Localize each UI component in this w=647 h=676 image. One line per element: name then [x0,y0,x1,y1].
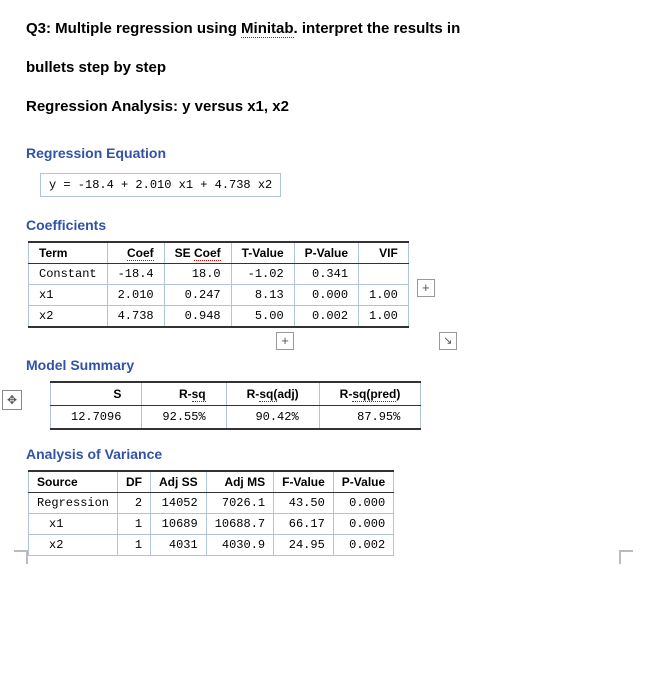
title-part1: Q3: Multiple regression using [26,20,241,37]
cell: 2 [118,493,151,514]
cell: 1 [118,514,151,535]
add-row-handle[interactable]: + [276,332,294,350]
table-row: 12.7096 92.55% 90.42% 87.95% [51,406,421,430]
cell: 0.000 [294,285,358,306]
col-rsqadj: R-sq(adj) [226,382,319,406]
model-summary-table: S R-sq R-sq(adj) R-sq(pred) 12.7096 92.5… [50,381,421,430]
table-header-row: Term Coef SE Coef T-Value P-Value VIF [29,242,409,264]
col-term: Term [29,242,108,264]
cell: 0.948 [164,306,231,328]
col-p: P-Value [333,471,393,493]
cell: x2 [29,306,108,328]
anova-header: Analysis of Variance [26,446,621,462]
col-source: Source [29,471,118,493]
cell: x1 [29,514,118,535]
cell: 1 [118,535,151,556]
col-se: SE Coef [164,242,231,264]
cell: -18.4 [107,264,164,285]
cell: 43.50 [274,493,334,514]
cell: 0.000 [333,493,393,514]
col-adjms: Adj MS [206,471,273,493]
cell: 0.247 [164,285,231,306]
cell: 8.13 [231,285,294,306]
table-header-row: Source DF Adj SS Adj MS F-Value P-Value [29,471,394,493]
page-corner-left [14,550,28,564]
cell: 10688.7 [206,514,273,535]
cell: Constant [29,264,108,285]
move-handle-icon[interactable]: ✥ [2,390,22,410]
cell: 0.002 [294,306,358,328]
col-coef: Coef [107,242,164,264]
col-t: T-Value [231,242,294,264]
cell: 4.738 [107,306,164,328]
cell: x2 [29,535,118,556]
cell: -1.02 [231,264,294,285]
question-title: Q3: Multiple regression using Minitab. i… [26,18,621,39]
table-row: x1 2.010 0.247 8.13 0.000 1.00 [29,285,409,306]
col-df: DF [118,471,151,493]
table-header-row: S R-sq R-sq(adj) R-sq(pred) [51,382,421,406]
add-column-handle[interactable]: + [417,279,435,297]
col-p: P-Value [294,242,358,264]
model-summary-header: Model Summary [26,357,621,373]
question-title-line2: bullets step by step [26,57,621,78]
cell: 0.000 [333,514,393,535]
table-row: x1 1 10689 10688.7 66.17 0.000 [29,514,394,535]
cell: 2.010 [107,285,164,306]
resize-handle-icon[interactable]: ↘ [439,332,457,350]
cell: 0.341 [294,264,358,285]
cell: 18.0 [164,264,231,285]
table-row: x2 1 4031 4030.9 24.95 0.002 [29,535,394,556]
cell: x1 [29,285,108,306]
regression-equation-header: Regression Equation [26,145,621,161]
col-f: F-Value [274,471,334,493]
title-part2: . interpret the results in [294,20,461,37]
anova-table: Source DF Adj SS Adj MS F-Value P-Value … [28,470,394,556]
cell: 4030.9 [206,535,273,556]
cell: 12.7096 [51,406,142,430]
cell: 87.95% [319,406,421,430]
cell: 90.42% [226,406,319,430]
page-corner-right [619,550,633,564]
coefficients-table: Term Coef SE Coef T-Value P-Value VIF Co… [28,241,409,328]
cell: 5.00 [231,306,294,328]
cell: 7026.1 [206,493,273,514]
cell: 66.17 [274,514,334,535]
coefficients-header: Coefficients [26,217,621,233]
cell: 24.95 [274,535,334,556]
col-adjss: Adj SS [151,471,207,493]
table-row: Regression 2 14052 7026.1 43.50 0.000 [29,493,394,514]
cell [359,264,409,285]
col-rsqpred: R-sq(pred) [319,382,421,406]
cell: 10689 [151,514,207,535]
col-rsq: R-sq [142,382,226,406]
cell: 0.002 [333,535,393,556]
cell: 14052 [151,493,207,514]
regression-equation: y = -18.4 + 2.010 x1 + 4.738 x2 [40,173,281,197]
col-vif: VIF [359,242,409,264]
cell: 1.00 [359,306,409,328]
cell: 1.00 [359,285,409,306]
col-s: S [51,382,142,406]
cell: Regression [29,493,118,514]
table-row: Constant -18.4 18.0 -1.02 0.341 [29,264,409,285]
title-underlined: Minitab [241,20,294,38]
cell: 4031 [151,535,207,556]
cell: 92.55% [142,406,226,430]
table-row: x2 4.738 0.948 5.00 0.002 1.00 [29,306,409,328]
analysis-title: Regression Analysis: y versus x1, x2 [26,96,621,117]
